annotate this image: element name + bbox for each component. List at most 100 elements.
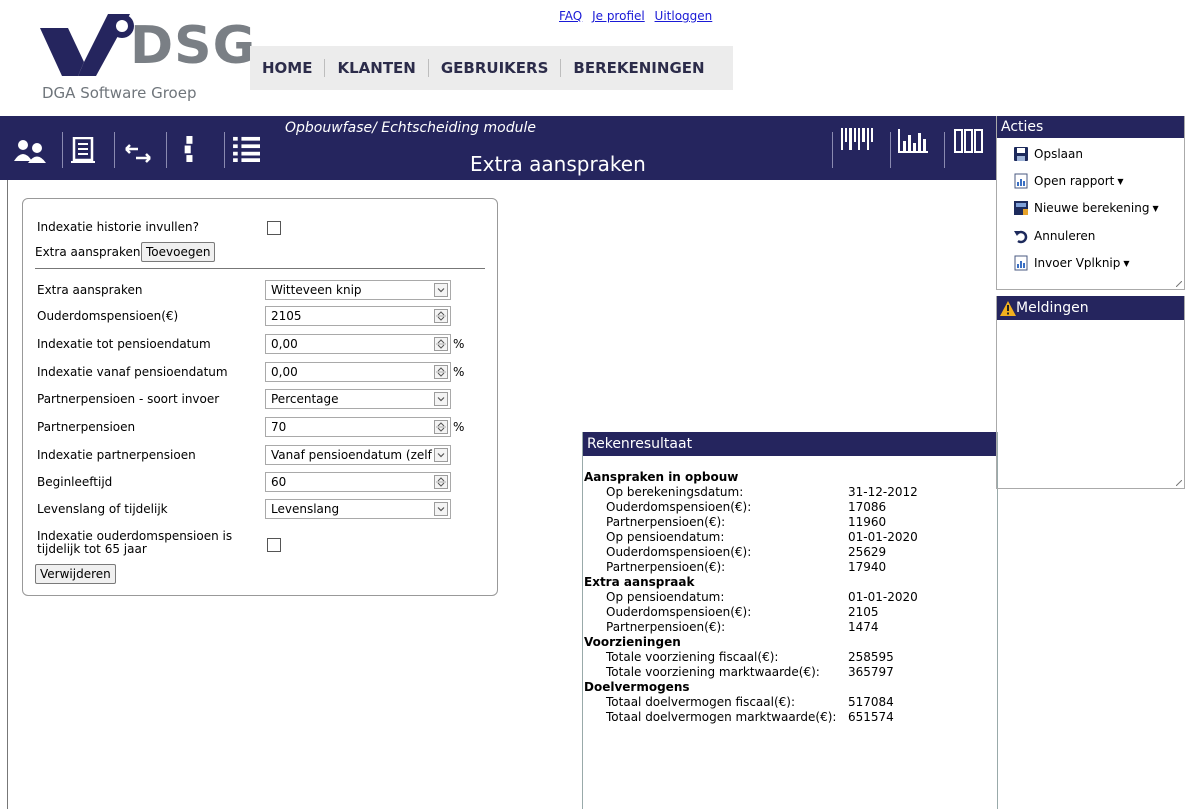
result-value: 17940 [848,560,887,574]
action-label: Opslaan [1034,147,1083,161]
result-body: Aanspraken in opbouw Op berekeningsdatum:… [583,470,997,725]
logo-subtitle: DGA Software Groep [42,84,197,102]
tijdelijk-checkbox[interactable] [267,538,281,552]
toolbar-divider [224,132,225,168]
spinner-arrows-icon[interactable] [434,475,448,489]
faq-link[interactable]: FAQ [559,9,582,23]
field-label: Partnerpensioen - soort invoer [37,392,220,406]
result-label: Ouderdomspensioen(€): [606,545,752,559]
action-item[interactable]: Opslaan [1013,144,1083,164]
report-icon [1013,173,1029,189]
select-field[interactable]: Levenslang [265,499,451,519]
action-item[interactable]: Nieuwe berekening ▼ [1013,198,1159,218]
arrows-icon[interactable] [124,140,152,166]
spinner-field[interactable]: 60 [265,472,451,492]
tijdelijk-label-line-1: Indexatie ouderdomspensioen is [37,529,233,543]
profile-link[interactable]: Je profiel [592,9,645,23]
result-value: 01-01-2020 [848,590,918,604]
list-icon[interactable] [232,136,262,162]
spinner-arrows-icon[interactable] [434,337,448,351]
notifications-panel: Meldingen [996,296,1185,489]
result-label: Ouderdomspensioen(€): [606,500,752,514]
spinner-arrows-icon[interactable] [434,420,448,434]
bar-chart-icon[interactable] [898,128,928,154]
result-label: Partnerpensioen(€): [606,620,726,634]
spinner-field[interactable]: 2105 [265,306,451,326]
module-title: Opbouwfase/ Echtscheiding module [285,120,536,136]
add-button[interactable]: Toevoegen [141,242,216,262]
nav-users[interactable]: GEBRUIKERS [429,59,562,77]
actions-title: Acties [997,116,1184,138]
result-label: Op pensioendatum: [606,530,725,544]
barcode-icon[interactable] [840,126,874,152]
document-icon[interactable] [70,137,96,163]
nav-home[interactable]: HOME [250,59,326,77]
result-row: Op pensioendatum: 01-01-2020 [583,530,997,545]
result-section-heading: Doelvermogens [584,680,690,694]
form-row: Extra aanspraken Witteveen knip [37,280,487,300]
logo-check-icon [40,14,134,76]
result-row: Totaal doelvermogen marktwaarde(€): 65157… [583,710,997,725]
main-nav: HOME KLANTEN GEBRUIKERS BEREKENINGEN [250,46,733,90]
chevron-down-icon[interactable] [434,448,448,462]
field-label: Ouderdomspensioen(€) [37,309,179,323]
spinner-field[interactable]: 70 [265,417,451,437]
result-label: Totaal doelvermogen fiscaal(€): [606,695,796,709]
result-title: Rekenresultaat [583,432,997,456]
field-value: 60 [271,475,287,489]
result-label: Op berekeningsdatum: [606,485,744,499]
select-field[interactable]: Witteveen knip [265,280,451,300]
select-field[interactable]: Vanaf pensioendatum (zelf [265,445,451,465]
chevron-down-icon[interactable] [434,283,448,297]
action-item[interactable]: Annuleren [1013,226,1095,246]
logout-link[interactable]: Uitloggen [655,9,713,23]
toolbar-divider [62,132,63,168]
result-label: Ouderdomspensioen(€): [606,605,752,619]
action-label: Invoer Vplknip [1034,256,1121,270]
result-row: Totaal doelvermogen fiscaal(€): 517084 [583,695,997,710]
field-value: Percentage [271,392,339,406]
unit-label: % [453,420,465,434]
users-icon[interactable] [14,138,48,164]
form-row: Levenslang of tijdelijk Levenslang [37,499,487,519]
spinner-arrows-icon[interactable] [434,309,448,323]
field-label: Partnerpensioen [37,420,136,434]
result-value: 651574 [848,710,894,724]
form-panel: Indexatie historie invullen? Extra aansp… [22,198,498,596]
result-value: 11960 [848,515,887,529]
remove-button[interactable]: Verwijderen [35,564,116,584]
result-value: 365797 [848,665,894,679]
nav-clients[interactable]: KLANTEN [325,59,429,77]
new-calculation-icon [1013,200,1029,216]
action-item[interactable]: Invoer Vplknip ▼ [1013,253,1130,273]
action-item[interactable]: Open rapport ▼ [1013,171,1124,191]
field-value: Witteveen knip [271,283,362,297]
result-value: 1474 [848,620,879,634]
spinner-field[interactable]: 0,00 [265,334,451,354]
columns-icon[interactable] [954,128,984,154]
nav-calculations[interactable]: BEREKENINGEN [561,59,716,77]
action-label: Annuleren [1034,229,1096,243]
indexatie-historie-checkbox[interactable] [267,221,281,235]
result-row: Partnerpensioen(€): 11960 [583,515,997,530]
result-row: Ouderdomspensioen(€): 25629 [583,545,997,560]
chevron-down-icon[interactable] [434,392,448,406]
chevron-down-icon[interactable] [434,502,448,516]
result-row: Totale voorziening marktwaarde(€): 365797 [583,665,997,680]
page-title: Extra aanspraken [470,152,646,176]
toolbar-divider [166,132,167,168]
spinner-field[interactable]: 0,00 [265,362,451,382]
notifications-header: Meldingen [997,296,1184,320]
field-label: Indexatie tot pensioendatum [37,337,211,351]
action-label: Open rapport [1034,174,1115,188]
result-value: 01-01-2020 [848,530,918,544]
logo[interactable]: DSG DGA Software Groep [38,10,255,105]
resize-handle-icon[interactable] [1176,480,1182,486]
form-row: Partnerpensioen - soort invoer Percentage [37,389,487,409]
person-icon[interactable] [182,136,196,162]
toolbar-divider [114,132,115,168]
field-value: Levenslang [271,502,340,516]
select-field[interactable]: Percentage [265,389,451,409]
spinner-arrows-icon[interactable] [434,365,448,379]
resize-handle-icon[interactable] [1176,281,1182,287]
